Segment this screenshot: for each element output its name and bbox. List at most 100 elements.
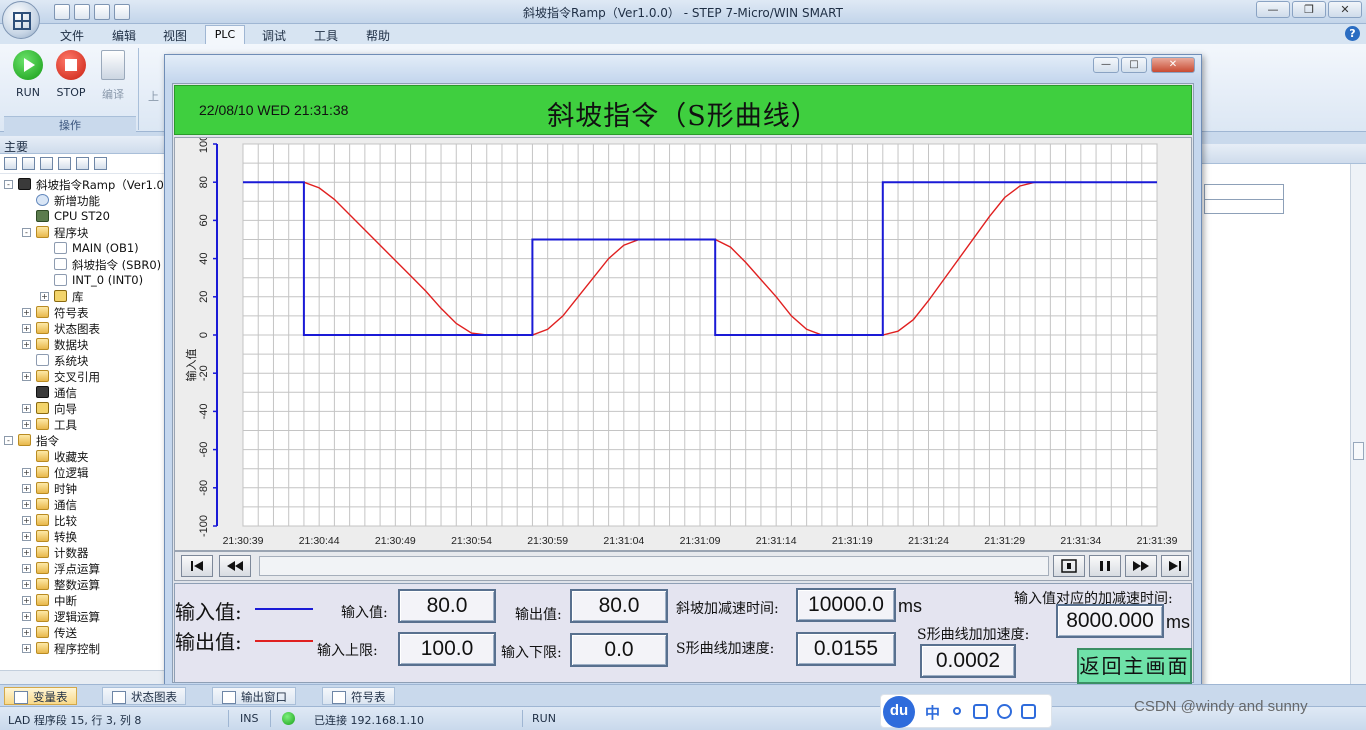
tree-tool-icon[interactable]	[76, 157, 89, 170]
menu-help[interactable]: 帮助	[366, 27, 390, 44]
tree-tool-icon[interactable]	[40, 157, 53, 170]
tree-item[interactable]: + 浮点运算	[0, 560, 165, 576]
hmi-close-button[interactable]: ✕	[1151, 57, 1195, 73]
expand-icon[interactable]: +	[22, 628, 31, 637]
tree-item[interactable]: 通信	[0, 384, 165, 400]
hmi-minimize-button[interactable]: —	[1093, 57, 1119, 73]
expand-icon[interactable]: +	[22, 500, 31, 509]
menu-edit[interactable]: 编辑	[112, 27, 136, 44]
tree-item[interactable]: 收藏夹	[0, 448, 165, 464]
zoom-window-button[interactable]	[1053, 555, 1085, 577]
horizontal-scrollbar[interactable]	[0, 670, 166, 684]
tree-item[interactable]: CPU ST20	[0, 208, 165, 224]
expand-icon[interactable]: +	[40, 292, 49, 301]
tab-symbol-table[interactable]: 符号表	[322, 687, 395, 705]
tree-item[interactable]: + 库	[0, 288, 165, 304]
tree-item[interactable]: - 程序块	[0, 224, 165, 240]
tree-tool-icon[interactable]	[94, 157, 107, 170]
tree-item[interactable]: + 传送	[0, 624, 165, 640]
menu-debug[interactable]: 调试	[262, 27, 286, 44]
hmi-maximize-button[interactable]: □	[1121, 57, 1147, 73]
input-lower-field[interactable]: 0.0	[570, 633, 668, 667]
menu-view[interactable]: 视图	[163, 27, 187, 44]
expand-icon[interactable]: +	[22, 372, 31, 381]
tree-item[interactable]: + 数据块	[0, 336, 165, 352]
tree-item[interactable]: MAIN (OB1)	[0, 240, 165, 256]
tab-output-window[interactable]: 输出窗口	[212, 687, 296, 705]
ime-keyboard-icon[interactable]	[973, 704, 988, 719]
tree-tool-icon[interactable]	[4, 157, 17, 170]
run-button[interactable]: RUN	[8, 50, 48, 99]
expand-icon[interactable]: +	[22, 644, 31, 653]
stop-button[interactable]: STOP	[51, 50, 91, 99]
expand-icon[interactable]: +	[22, 564, 31, 573]
tree-item[interactable]: + 比较	[0, 512, 165, 528]
expand-icon[interactable]: +	[22, 340, 31, 349]
expand-icon[interactable]: +	[22, 420, 31, 429]
expand-icon[interactable]: +	[22, 596, 31, 605]
ramp-time-field[interactable]: 10000.0	[796, 588, 896, 622]
tree-item[interactable]: INT_0 (INT0)	[0, 272, 165, 288]
tree-item[interactable]: 斜坡指令 (SBR0)	[0, 256, 165, 272]
restore-button[interactable]: ❐	[1292, 1, 1326, 18]
menu-tools[interactable]: 工具	[314, 27, 338, 44]
tree-item[interactable]: + 向导	[0, 400, 165, 416]
expand-icon[interactable]: +	[22, 548, 31, 557]
tree-item[interactable]: + 符号表	[0, 304, 165, 320]
tab-status-chart[interactable]: 状态图表	[102, 687, 186, 705]
tree-item[interactable]: + 状态图表	[0, 320, 165, 336]
menu-plc[interactable]: PLC	[205, 25, 245, 45]
tree-item[interactable]: + 逻辑运算	[0, 608, 165, 624]
tree-item[interactable]: + 交叉引用	[0, 368, 165, 384]
tree-item[interactable]: - 斜坡指令Ramp（Ver1.0.	[0, 176, 165, 192]
tree-item[interactable]: + 整数运算	[0, 576, 165, 592]
pause-button[interactable]	[1089, 555, 1121, 577]
ime-grid-icon[interactable]	[1021, 704, 1036, 719]
scroll-thumb[interactable]	[1353, 442, 1364, 460]
expand-icon[interactable]: +	[22, 532, 31, 541]
tree-item[interactable]: + 计数器	[0, 544, 165, 560]
connection-status[interactable]: 已连接 192.168.1.10	[314, 712, 424, 728]
tree-item[interactable]: 新增功能	[0, 192, 165, 208]
expand-icon[interactable]: +	[22, 484, 31, 493]
upload-button[interactable]: 上	[148, 88, 159, 104]
ime-logo-icon[interactable]: du	[883, 696, 915, 728]
input-value-field[interactable]: 80.0	[398, 589, 496, 623]
tree-item[interactable]: + 时钟	[0, 480, 165, 496]
expand-icon[interactable]: +	[22, 468, 31, 477]
expand-icon[interactable]: +	[22, 580, 31, 589]
tree-item[interactable]: - 指令	[0, 432, 165, 448]
tab-variable-table[interactable]: 变量表	[4, 687, 77, 705]
tree-item[interactable]: + 中断	[0, 592, 165, 608]
expand-icon[interactable]: +	[22, 324, 31, 333]
expand-icon[interactable]: +	[22, 516, 31, 525]
app-logo-icon[interactable]	[2, 1, 40, 39]
tree-item[interactable]: + 程序控制	[0, 640, 165, 656]
ime-punct-icon[interactable]	[953, 707, 961, 715]
return-main-screen-button[interactable]: 返回主画面	[1077, 648, 1192, 684]
ime-user-icon[interactable]	[997, 704, 1012, 719]
go-start-button[interactable]	[181, 555, 213, 577]
expand-icon[interactable]: +	[22, 308, 31, 317]
close-button[interactable]: ✕	[1328, 1, 1362, 18]
rewind-button[interactable]	[219, 555, 251, 577]
tree-item[interactable]: 系统块	[0, 352, 165, 368]
compile-button[interactable]: 编译	[93, 50, 133, 102]
collapse-icon[interactable]: -	[4, 180, 13, 189]
collapse-icon[interactable]: -	[4, 436, 13, 445]
minimize-button[interactable]: —	[1256, 1, 1290, 18]
help-icon[interactable]: ?	[1345, 26, 1360, 41]
tree-item[interactable]: + 转换	[0, 528, 165, 544]
tree-tool-icon[interactable]	[22, 157, 35, 170]
menu-file[interactable]: 文件	[60, 27, 84, 44]
tree-item[interactable]: + 位逻辑	[0, 464, 165, 480]
expand-icon[interactable]: +	[22, 404, 31, 413]
tree-item[interactable]: + 工具	[0, 416, 165, 432]
go-end-button[interactable]	[1161, 555, 1189, 577]
expand-icon[interactable]: +	[22, 612, 31, 621]
collapse-icon[interactable]: -	[22, 228, 31, 237]
input-upper-field[interactable]: 100.0	[398, 632, 496, 666]
fast-forward-button[interactable]	[1125, 555, 1157, 577]
time-scroll-track[interactable]	[259, 556, 1049, 576]
tree-tool-icon[interactable]	[58, 157, 71, 170]
